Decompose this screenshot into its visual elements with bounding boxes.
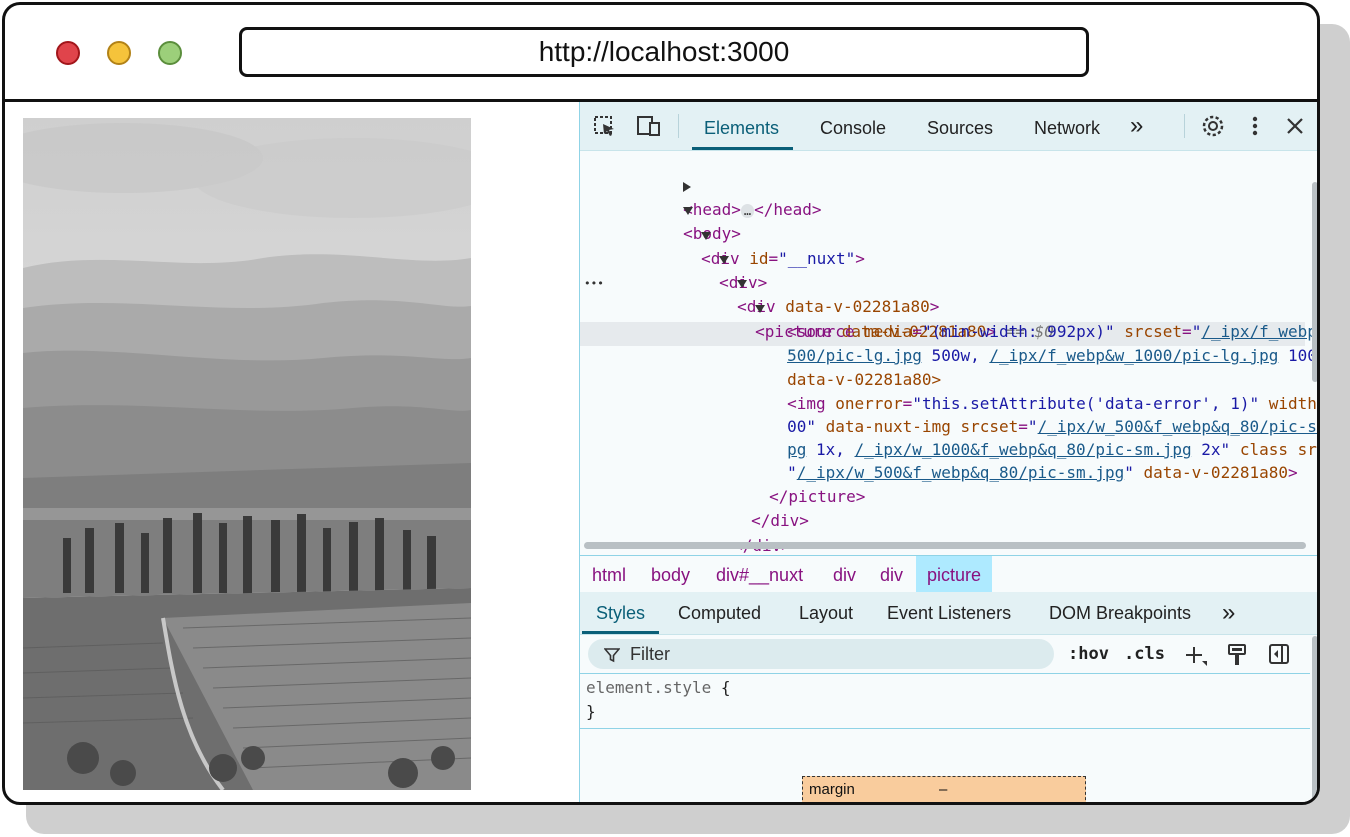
filter-placeholder: Filter xyxy=(630,644,670,664)
styles-pane-tabs: Styles Computed Layout Event Listeners D… xyxy=(580,592,1317,635)
dom-img-line3[interactable]: pg 1x, /_ipx/w_1000&f_webp&q_80/pic-sm.j… xyxy=(710,414,1317,459)
breadcrumb-body[interactable]: body xyxy=(651,556,690,592)
dom-picture-close[interactable]: </picture> xyxy=(692,461,865,506)
filter-input[interactable]: Filter xyxy=(588,639,1054,669)
tab-layout[interactable]: Layout xyxy=(799,592,853,634)
dom-img-line2[interactable]: 00" data-nuxt-img srcset="/_ipx/w_500&f_… xyxy=(710,391,1317,436)
tab-styles[interactable]: Styles xyxy=(581,592,660,634)
box-model-border xyxy=(823,803,1063,805)
landscape-photo xyxy=(23,118,471,790)
plus-icon[interactable] xyxy=(1184,645,1208,667)
class-toggle-button[interactable]: .cls xyxy=(1124,639,1165,669)
maximize-window-button[interactable] xyxy=(158,41,182,65)
dom-img-line4[interactable]: "/_ipx/w_500&f_webp&q_80/pic-sm.jpg" dat… xyxy=(710,437,1298,482)
breadcrumb-div-nuxt[interactable]: div#__nuxt xyxy=(716,556,803,592)
toolbar-divider xyxy=(678,114,679,138)
tab-elements[interactable]: Elements xyxy=(691,102,794,150)
more-tabs-button[interactable]: » xyxy=(1222,592,1235,634)
toggle-sidebar-icon[interactable] xyxy=(1268,643,1290,665)
row-actions-dots[interactable]: ••• xyxy=(584,272,604,296)
device-toolbar-icon[interactable] xyxy=(636,114,662,138)
close-icon[interactable] xyxy=(1282,114,1308,138)
tab-console[interactable]: Console xyxy=(820,102,886,150)
tab-dom-breakpoints[interactable]: DOM Breakpoints xyxy=(1049,592,1191,634)
breadcrumb-div[interactable]: div xyxy=(833,556,856,592)
box-model-diagram[interactable]: margin – xyxy=(802,776,1086,805)
box-model-margin-value[interactable]: – xyxy=(939,781,947,798)
element-style-rule[interactable]: element.style { } xyxy=(586,676,731,724)
dom-source-line3[interactable]: data-v-02281a80> xyxy=(710,344,941,389)
devtools-panel: Elements Console Sources Network » <head… xyxy=(579,102,1317,805)
rule-divider xyxy=(580,728,1310,729)
close-window-button[interactable] xyxy=(56,41,80,65)
hover-state-button[interactable]: :hov xyxy=(1068,639,1109,669)
minimize-window-button[interactable] xyxy=(107,41,131,65)
dom-div-close[interactable]: </div> xyxy=(656,510,791,555)
url-text: http://localhost:3000 xyxy=(538,36,790,67)
devtools-toolbar: Elements Console Sources Network » xyxy=(580,102,1317,151)
tab-network[interactable]: Network xyxy=(1034,102,1100,150)
tab-event-listeners[interactable]: Event Listeners xyxy=(887,592,1011,634)
dom-node-head[interactable]: <head>… </head> xyxy=(606,150,822,219)
title-bar: http://localhost:3000 xyxy=(5,5,1317,102)
dom-node-div-data[interactable]: <div data-v-02281a80> xyxy=(660,247,939,316)
filter-icon xyxy=(604,648,620,663)
srcset-link[interactable]: /_ipx/f_webp&w_1000/pic-lg.jpg xyxy=(989,346,1278,365)
dom-horizontal-scrollbar[interactable] xyxy=(584,542,1306,549)
breadcrumb-div[interactable]: div xyxy=(880,556,903,592)
dom-img-line1[interactable]: <img onerror="this.setAttribute('data-er… xyxy=(710,368,1317,413)
dom-source-line1[interactable]: <source media="(min-width: 992px)" srcse… xyxy=(710,296,1317,341)
breadcrumb-html[interactable]: html xyxy=(592,556,626,592)
address-bar[interactable]: http://localhost:3000 xyxy=(239,27,1089,77)
breadcrumb-picture[interactable]: picture xyxy=(916,556,993,592)
styles-vertical-scrollbar[interactable] xyxy=(1312,636,1317,802)
dom-div-close[interactable]: </div> xyxy=(674,485,809,530)
breadcrumb: html body div#__nuxt div div picture xyxy=(580,555,1317,593)
gear-icon[interactable] xyxy=(1200,114,1226,138)
dom-node-body[interactable]: <body> xyxy=(606,174,741,243)
toolbar-divider xyxy=(1184,114,1185,138)
tab-computed[interactable]: Computed xyxy=(678,592,761,634)
dom-tree: <head>… </head> <body> <div id="__nuxt"> … xyxy=(580,150,1317,555)
box-model-margin-label: margin xyxy=(809,781,855,798)
dom-node-div[interactable]: <div> xyxy=(642,223,767,292)
paint-brush-icon[interactable] xyxy=(1226,643,1248,667)
browser-window: http://localhost:3000 Elements Console S… xyxy=(2,2,1320,805)
tab-sources[interactable]: Sources xyxy=(927,102,993,150)
kebab-menu-icon[interactable] xyxy=(1242,114,1268,138)
element-style-selector: element.style xyxy=(586,678,712,697)
dom-node-picture[interactable]: <picture data-v-02281a80> == $0 xyxy=(678,272,1054,341)
dom-node-div-nuxt[interactable]: <div id="__nuxt"> xyxy=(624,199,865,268)
styles-toolbar: Filter :hov .cls xyxy=(580,635,1310,674)
more-tabs-button[interactable]: » xyxy=(1130,102,1143,150)
dom-vertical-scrollbar[interactable] xyxy=(1312,182,1317,382)
dom-source-line2[interactable]: 500/pic-lg.jpg 500w, /_ipx/f_webp&w_1000… xyxy=(710,320,1317,365)
inspect-element-icon[interactable] xyxy=(592,114,618,138)
